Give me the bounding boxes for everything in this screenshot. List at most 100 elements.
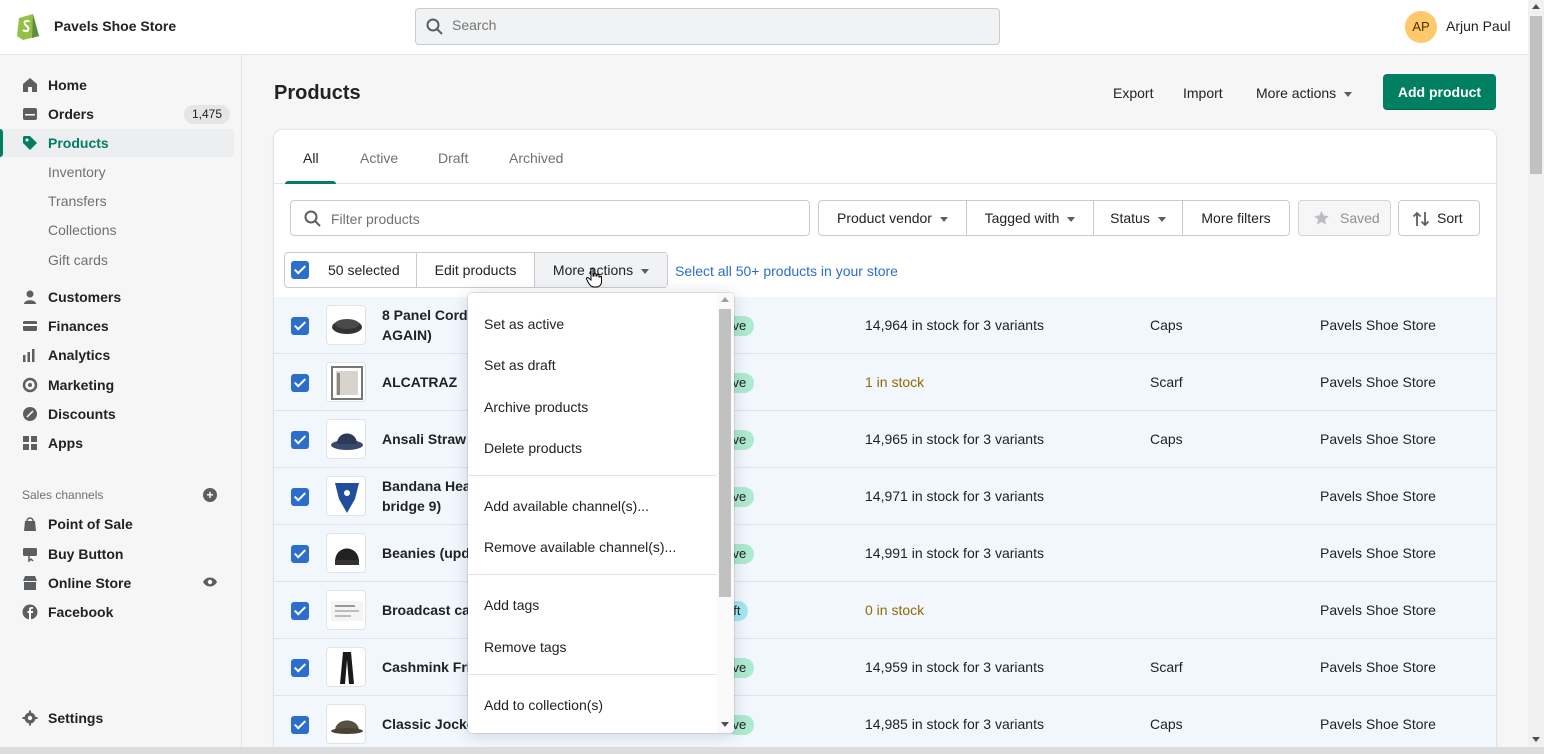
menu-item-set-active[interactable]: Set as active bbox=[484, 316, 564, 332]
product-name[interactable]: Cashmink Frin bbox=[382, 657, 472, 677]
product-thumbnail[interactable] bbox=[326, 305, 366, 345]
vendor: Pavels Shoe Store bbox=[1320, 716, 1436, 732]
scroll-down-icon[interactable] bbox=[1532, 737, 1540, 742]
status-filter[interactable]: Status bbox=[1094, 201, 1183, 235]
nav-point-of-sale[interactable]: Point of Sale bbox=[0, 510, 234, 538]
table-row[interactable]: ALCATRAZ tive 1 in stock Scarf Pavels Sh… bbox=[274, 354, 1496, 411]
product-name[interactable]: 8 Panel Cordi AGAIN) bbox=[382, 305, 472, 345]
menu-item-remove-tags[interactable]: Remove tags bbox=[484, 639, 566, 655]
more-actions-button[interactable]: More actions bbox=[1256, 85, 1353, 101]
nav-settings[interactable]: Settings bbox=[0, 704, 234, 732]
more-filters-button[interactable]: More filters bbox=[1183, 201, 1289, 235]
scroll-down-icon[interactable] bbox=[721, 722, 729, 727]
product-name[interactable]: Beanies (upda bbox=[382, 543, 472, 563]
product-name[interactable]: Broadcast car bbox=[382, 600, 472, 620]
table-row[interactable]: Beanies (upda tive 14,991 in stock for 3… bbox=[274, 525, 1496, 582]
nav-products[interactable]: Products bbox=[0, 129, 234, 157]
menu-item-add-channels[interactable]: Add available channel(s)... bbox=[484, 498, 649, 514]
nav-transfers[interactable]: Transfers bbox=[0, 187, 234, 215]
nav-gift-cards[interactable]: Gift cards bbox=[0, 246, 234, 274]
finances-icon bbox=[23, 321, 37, 331]
nav-marketing[interactable]: Marketing bbox=[0, 371, 234, 399]
row-checkbox[interactable] bbox=[291, 545, 309, 563]
tab-active[interactable]: Active bbox=[360, 150, 398, 166]
nav-finances[interactable]: Finances bbox=[0, 312, 234, 340]
product-thumbnail[interactable] bbox=[326, 476, 366, 516]
product-name[interactable]: Classic Jockey bbox=[382, 714, 472, 734]
product-vendor-filter[interactable]: Product vendor bbox=[819, 201, 967, 235]
tagged-with-filter[interactable]: Tagged with bbox=[967, 201, 1094, 235]
search-input[interactable] bbox=[452, 17, 972, 33]
row-checkbox[interactable] bbox=[291, 659, 309, 677]
nav-buy-button[interactable]: Buy Button bbox=[0, 540, 234, 568]
checkbox-checked-icon[interactable] bbox=[291, 261, 309, 279]
horizontal-scrollbar[interactable] bbox=[0, 747, 1544, 754]
product-thumbnail[interactable] bbox=[326, 362, 366, 402]
dropdown-scrollbar[interactable] bbox=[717, 293, 734, 733]
scroll-up-icon[interactable] bbox=[721, 297, 729, 302]
table-row[interactable]: Bandana Hea bridge 9) tive 14,971 in sto… bbox=[274, 468, 1496, 525]
menu-item-delete[interactable]: Delete products bbox=[484, 440, 582, 456]
table-row[interactable]: Ansali Straw V tive 14,965 in stock for … bbox=[274, 411, 1496, 468]
avatar[interactable]: AP bbox=[1405, 11, 1437, 43]
nav-customers[interactable]: Customers bbox=[0, 283, 234, 311]
export-button[interactable]: Export bbox=[1113, 85, 1153, 101]
product-thumbnail[interactable] bbox=[326, 533, 366, 573]
gear-icon bbox=[22, 710, 38, 726]
product-thumbnail[interactable] bbox=[326, 419, 366, 459]
scroll-up-icon[interactable] bbox=[1532, 4, 1540, 9]
nav-inventory[interactable]: Inventory bbox=[0, 158, 234, 186]
saved-button[interactable]: Saved bbox=[1298, 200, 1391, 236]
table-row[interactable]: 8 Panel Cordi AGAIN) tive 14,964 in stoc… bbox=[274, 297, 1496, 354]
row-checkbox[interactable] bbox=[291, 317, 309, 335]
product-name[interactable]: Ansali Straw V bbox=[382, 429, 472, 449]
scroll-thumb[interactable] bbox=[719, 309, 731, 597]
menu-item-set-draft[interactable]: Set as draft bbox=[484, 357, 556, 373]
page-scrollbar[interactable] bbox=[1528, 0, 1544, 748]
shopify-logo[interactable] bbox=[15, 12, 41, 40]
scroll-thumb[interactable] bbox=[1530, 16, 1542, 174]
user-name[interactable]: Arjun Paul bbox=[1446, 18, 1511, 34]
nav-home[interactable]: Home bbox=[0, 71, 234, 99]
sort-button[interactable]: Sort bbox=[1398, 200, 1480, 236]
menu-item-add-collection[interactable]: Add to collection(s) bbox=[484, 697, 603, 713]
nav-facebook[interactable]: Facebook bbox=[0, 598, 234, 626]
nav-analytics[interactable]: Analytics bbox=[0, 341, 234, 369]
table-row[interactable]: Cashmink Frin tive 14,959 in stock for 3… bbox=[274, 639, 1496, 696]
tab-all[interactable]: All bbox=[303, 150, 319, 166]
add-channel-icon[interactable]: + bbox=[203, 488, 217, 502]
nav-orders[interactable]: Orders 1,475 bbox=[0, 100, 234, 128]
tab-archived[interactable]: Archived bbox=[509, 150, 563, 166]
row-checkbox[interactable] bbox=[291, 602, 309, 620]
nav-collections[interactable]: Collections bbox=[0, 216, 234, 244]
eye-icon[interactable] bbox=[202, 575, 218, 589]
row-checkbox[interactable] bbox=[291, 716, 309, 734]
nav-discounts[interactable]: Discounts bbox=[0, 400, 234, 428]
store-name[interactable]: Pavels Shoe Store bbox=[54, 18, 176, 34]
product-thumbnail[interactable] bbox=[326, 590, 366, 630]
product-name[interactable]: ALCATRAZ bbox=[382, 372, 472, 392]
select-all-link[interactable]: Select all 50+ products in your store bbox=[675, 263, 898, 279]
add-product-button[interactable]: Add product bbox=[1383, 74, 1496, 110]
table-row[interactable]: Broadcast car aft 0 in stock Pavels Shoe… bbox=[274, 582, 1496, 639]
nav-label: Transfers bbox=[48, 193, 107, 209]
menu-item-archive[interactable]: Archive products bbox=[484, 399, 588, 415]
edit-products-button[interactable]: Edit products bbox=[417, 253, 535, 287]
product-name[interactable]: Bandana Hea bridge 9) bbox=[382, 476, 472, 516]
row-checkbox[interactable] bbox=[291, 374, 309, 392]
menu-item-remove-channels[interactable]: Remove available channel(s)... bbox=[484, 539, 676, 555]
table-row[interactable]: Classic Jockey tive 14,985 in stock for … bbox=[274, 696, 1496, 747]
menu-item-add-tags[interactable]: Add tags bbox=[484, 597, 539, 613]
filter-products-input[interactable]: Filter products bbox=[290, 200, 810, 236]
product-thumbnail[interactable] bbox=[326, 704, 366, 744]
tab-draft[interactable]: Draft bbox=[438, 150, 468, 166]
discount-icon bbox=[23, 407, 37, 421]
row-checkbox[interactable] bbox=[291, 488, 309, 506]
global-search[interactable] bbox=[415, 8, 1000, 45]
bulk-select-checkbox[interactable]: 50 selected bbox=[285, 253, 417, 287]
import-button[interactable]: Import bbox=[1183, 85, 1223, 101]
row-checkbox[interactable] bbox=[291, 431, 309, 449]
product-thumbnail[interactable] bbox=[326, 647, 366, 687]
nav-online-store[interactable]: Online Store bbox=[0, 569, 234, 597]
nav-apps[interactable]: Apps bbox=[0, 429, 234, 457]
